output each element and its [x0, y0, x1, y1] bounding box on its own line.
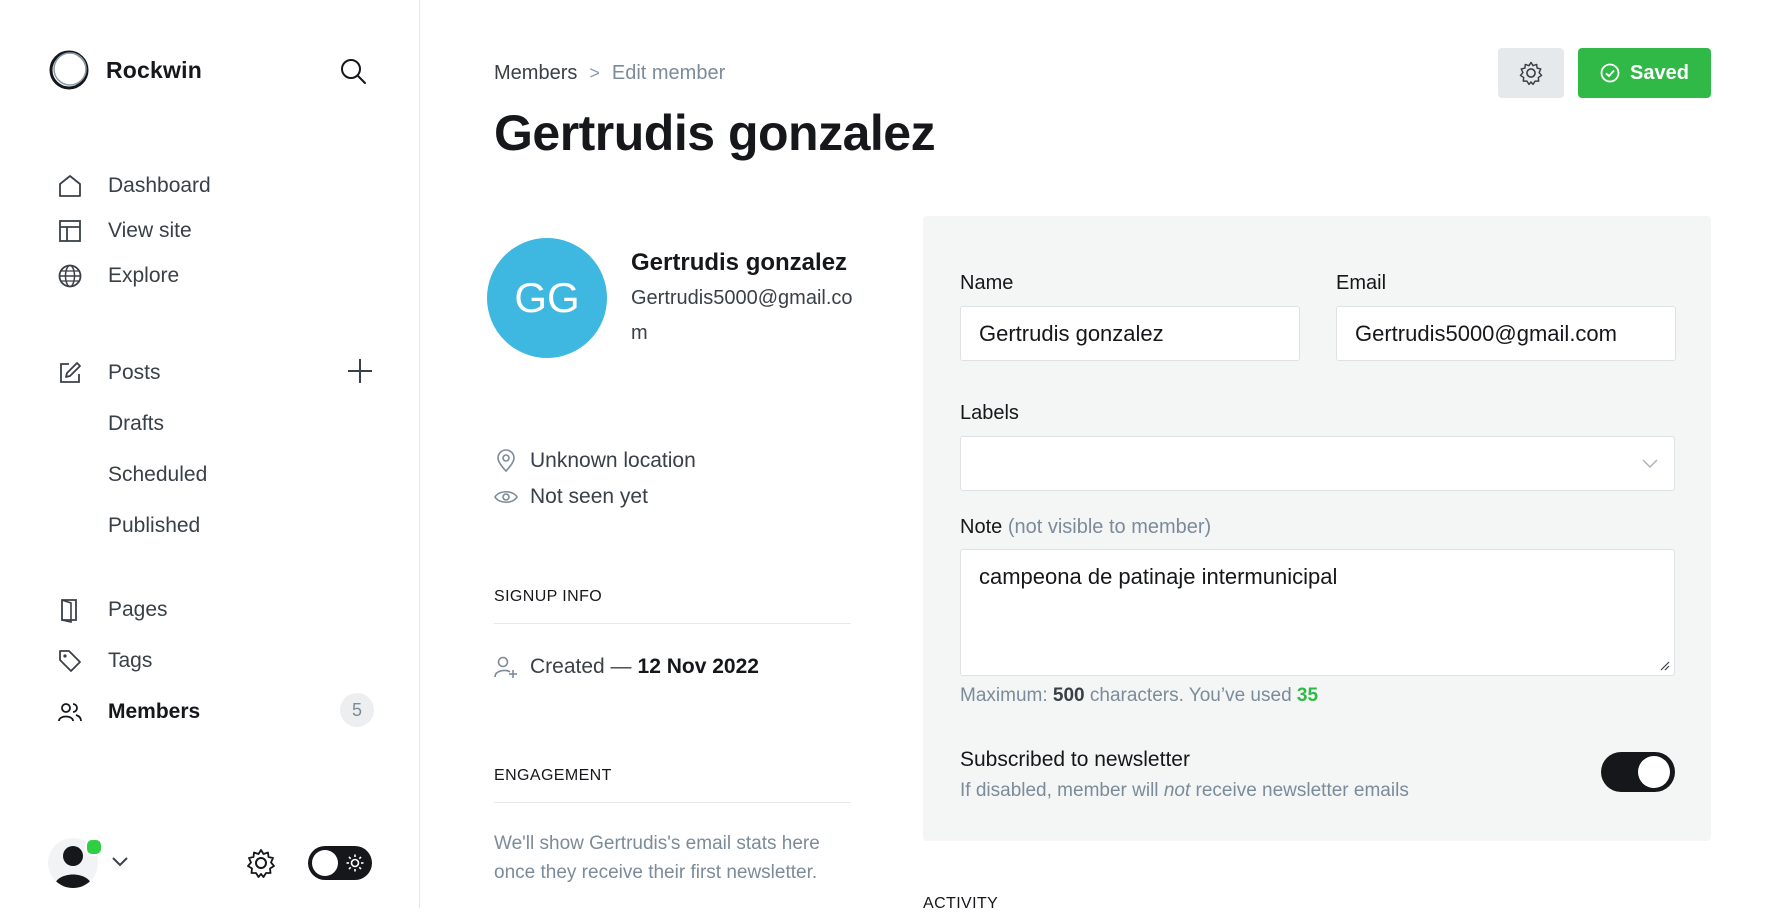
- breadcrumb: Members > Edit member: [494, 62, 725, 85]
- location-pin-icon: [494, 449, 518, 473]
- labels-label: Labels: [960, 402, 1019, 424]
- newsletter-title: Subscribed to newsletter: [960, 748, 1190, 771]
- add-post-icon[interactable]: [346, 357, 374, 385]
- eye-icon: [494, 489, 518, 505]
- sidebar-item-dashboard[interactable]: Dashboard: [56, 170, 211, 202]
- created-label: Created —: [530, 655, 632, 678]
- members-icon: [56, 698, 84, 726]
- edit-icon: [56, 359, 84, 387]
- page-icon: [56, 596, 84, 624]
- members-count-badge: 5: [340, 693, 374, 727]
- resize-handle-icon[interactable]: [1658, 659, 1670, 671]
- member-settings-button[interactable]: [1498, 48, 1564, 98]
- check-circle-icon: [1600, 63, 1620, 83]
- sidebar-item-tags[interactable]: Tags: [56, 645, 152, 677]
- activity-heading: ACTIVITY: [923, 895, 999, 912]
- sidebar-item-drafts[interactable]: Drafts: [108, 412, 164, 436]
- email-field[interactable]: Gertrudis5000@gmail.com: [1336, 306, 1676, 361]
- newsletter-desc-pre: If disabled, member will: [960, 780, 1159, 801]
- note-char-count: Maximum: 500 characters. You’ve used 35: [960, 685, 1318, 707]
- name-label: Name: [960, 272, 1014, 294]
- signup-info-heading: SIGNUP INFO: [494, 588, 603, 605]
- note-value: campeona de patinaje intermunicipal: [979, 564, 1338, 589]
- member-email: Gertrudis5000@gmail.com: [631, 287, 853, 344]
- max-value: 500: [1052, 685, 1085, 706]
- brand[interactable]: Rockwin: [48, 49, 202, 91]
- member-avatar: GG: [487, 238, 607, 358]
- name-field[interactable]: Gertrudis gonzalez: [960, 306, 1300, 361]
- sidebar-item-label: Tags: [108, 649, 153, 672]
- sidebar: Rockwin Dashboard View site Explore Post…: [0, 0, 420, 908]
- labels-select[interactable]: [960, 436, 1675, 491]
- breadcrumb-current: Edit member: [611, 62, 726, 84]
- member-last-seen: Not seen yet: [494, 485, 648, 509]
- note-textarea[interactable]: campeona de patinaje intermunicipal: [960, 549, 1675, 676]
- member-details-panel: Name Gertrudis gonzalez Email Gertrudis5…: [923, 216, 1711, 841]
- theme-toggle[interactable]: [308, 846, 372, 880]
- user-plus-icon: [494, 655, 518, 679]
- toggle-knob: [312, 850, 338, 876]
- newsletter-toggle[interactable]: [1601, 752, 1675, 792]
- max-prefix: Maximum:: [960, 685, 1048, 706]
- newsletter-desc-post: receive newsletter emails: [1195, 780, 1409, 801]
- sun-icon: [346, 854, 364, 872]
- location-text: Unknown location: [530, 449, 696, 472]
- sidebar-item-label: View site: [108, 219, 192, 242]
- engagement-heading: ENGAGEMENT: [494, 767, 612, 784]
- breadcrumb-separator: >: [589, 63, 600, 83]
- breadcrumb-members-link[interactable]: Members: [494, 62, 577, 85]
- note-label: Note (not visible to member): [960, 516, 1211, 539]
- sidebar-item-label: Members: [108, 700, 201, 723]
- sidebar-item-explore[interactable]: Explore: [56, 260, 179, 292]
- email-label: Email: [1336, 272, 1387, 294]
- chevron-down-icon: [1642, 459, 1658, 469]
- newsletter-desc-em: not: [1163, 780, 1191, 801]
- sidebar-item-label: Pages: [108, 598, 168, 621]
- sidebar-item-posts[interactable]: Posts: [56, 357, 161, 389]
- sidebar-item-label: Posts: [108, 361, 161, 384]
- member-name: Gertrudis gonzalez: [631, 249, 848, 276]
- sidebar-item-scheduled[interactable]: Scheduled: [108, 463, 207, 487]
- note-label-text: Note: [960, 516, 1003, 538]
- brand-logo-icon: [48, 49, 90, 91]
- save-button-label: Saved: [1630, 61, 1689, 84]
- sidebar-item-members[interactable]: Members: [56, 696, 200, 728]
- sidebar-item-published[interactable]: Published: [108, 514, 200, 538]
- brand-name: Rockwin: [106, 56, 202, 83]
- page-title: Gertrudis gonzalez: [494, 105, 936, 161]
- online-status-dot: [85, 838, 103, 856]
- sidebar-item-label: Dashboard: [108, 174, 211, 197]
- sidebar-item-view-site[interactable]: View site: [56, 215, 192, 247]
- layout-icon: [56, 217, 84, 245]
- used-value: 35: [1296, 685, 1319, 706]
- created-date: 12 Nov 2022: [637, 655, 759, 678]
- toggle-knob: [1638, 756, 1670, 788]
- globe-icon: [56, 262, 84, 290]
- sidebar-item-pages[interactable]: Pages: [56, 594, 168, 626]
- newsletter-description: If disabled, member will not receive new…: [960, 780, 1409, 802]
- max-middle: characters. You’ve used: [1089, 685, 1292, 706]
- gear-icon[interactable]: [245, 847, 277, 879]
- search-icon[interactable]: [339, 57, 367, 85]
- divider: [494, 623, 851, 624]
- gear-icon: [1519, 61, 1543, 86]
- chevron-down-icon[interactable]: [111, 856, 129, 868]
- tag-icon: [56, 647, 84, 675]
- member-location: Unknown location: [494, 449, 696, 473]
- note-hint: (not visible to member): [1007, 516, 1212, 538]
- member-created: Created — 12 Nov 2022: [494, 655, 759, 679]
- home-icon: [56, 172, 84, 200]
- divider: [494, 802, 851, 803]
- sidebar-item-label: Explore: [108, 264, 180, 287]
- save-button[interactable]: Saved: [1578, 48, 1711, 98]
- last-seen-text: Not seen yet: [530, 485, 648, 508]
- engagement-text: We'll show Gertrudis's email stats here …: [494, 833, 820, 883]
